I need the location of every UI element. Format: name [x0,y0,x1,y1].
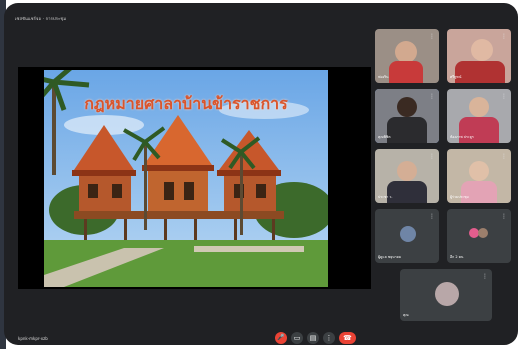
shared-screen: กฎหมายศาลาบ้านข้าราชการ [18,67,371,289]
participant-tile-2[interactable]: ⋮ ศรีพูรณ์ [447,29,511,83]
participant-body [455,61,505,83]
participant-body [387,181,427,203]
participant-name: ประชา ว. [378,195,393,199]
more-icon[interactable]: ⋮ [429,213,435,220]
more-icon: ⋮ [325,333,333,342]
meeting-window: เซสชันแชร์จอ · การประชุม กฎหมายศาลาบ้านข… [4,3,518,345]
window-title: เซสชันแชร์จอ · การประชุม [15,16,67,21]
participant-video [469,161,489,181]
self-view-tile[interactable]: ⋮ คุณ [400,269,492,321]
participant-name: ศรีพูรณ์ [450,75,462,79]
participant-tile-7[interactable]: ⋮ ผู้ดูแล ขยุนายม [375,209,439,263]
avatar [400,226,416,242]
captions-button[interactable]: ▤ [307,332,319,344]
participant-video [397,161,417,181]
participant-tile-5[interactable]: ⋮ ประชา ว. [375,149,439,203]
participant-name: ผู้ดูแล ขยุนายม [378,255,401,259]
slide-title: กฎหมายศาลาบ้านข้าราชการ [84,94,288,113]
more-icon[interactable]: ⋮ [501,93,507,100]
participant-name: คุณ [403,313,409,317]
more-icon[interactable]: ⋮ [501,213,507,220]
participant-video [471,39,493,61]
more-icon[interactable]: ⋮ [482,273,488,280]
participant-name: คุณพิชิต [378,135,391,139]
hang-up-icon: ☎ [343,333,352,342]
more-icon[interactable]: ⋮ [429,153,435,160]
participant-name: ผู้ร่วมประชุม [450,195,469,199]
call-controls: 🎤 ▭ ▤ ⋮ ☎ [275,330,356,345]
camera-toggle-button[interactable]: ▭ [291,332,303,344]
more-icon[interactable]: ⋮ [501,33,507,40]
participant-tile-4[interactable]: ⋮ ห้องภาพ ประยูร [447,89,511,143]
participant-name: ห้องภาพ ประยูร [450,135,474,139]
more-options-button[interactable]: ⋮ [323,332,335,344]
presentation-slide: กฎหมายศาลาบ้านข้าราชการ [44,70,328,287]
participant-video [397,97,417,117]
leave-call-button[interactable]: ☎ [339,332,356,344]
meeting-code: kpnk-mkpr-xzb [18,336,48,341]
participant-tile-more[interactable]: ⋮ อีก 2 คน [447,209,511,263]
participant-body [389,61,423,83]
more-icon[interactable]: ⋮ [429,93,435,100]
participant-video [469,97,489,117]
participant-tile-6[interactable]: ⋮ ผู้ร่วมประชุม [447,149,511,203]
participant-body [387,117,427,143]
camera-icon: ▭ [293,333,301,342]
avatar [478,228,488,238]
participant-video [395,41,417,63]
captions-icon: ▤ [309,333,317,342]
participant-tile-3[interactable]: ⋮ คุณพิชิต [375,89,439,143]
more-icon[interactable]: ⋮ [429,33,435,40]
participant-name: อีก 2 คน [450,255,464,259]
mic-icon: 🎤 [277,334,285,341]
participant-tile-1[interactable]: ⋮ ฟองริน [375,29,439,83]
mic-toggle-button[interactable]: 🎤 [275,332,287,344]
more-icon[interactable]: ⋮ [501,153,507,160]
participant-name: ฟองริน [378,75,389,79]
avatar [435,282,459,306]
